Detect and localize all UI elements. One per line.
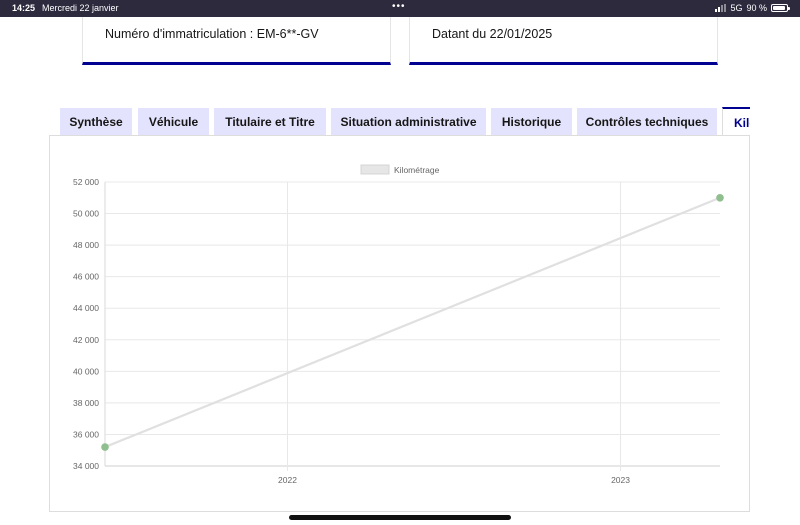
battery-icon	[771, 4, 790, 12]
tab-situation-administrative[interactable]: Situation administrative	[331, 108, 486, 136]
battery-label: 90 %	[746, 3, 767, 13]
y-tick-label: 46 000	[73, 272, 99, 282]
date-card: Datant du 22/01/2025	[409, 17, 718, 65]
y-tick-label: 52 000	[73, 177, 99, 187]
multitasking-dots-icon[interactable]: •••	[392, 1, 406, 12]
signal-icon	[715, 4, 727, 12]
legend-label: Kilométrage	[394, 165, 440, 175]
registration-card: Numéro d'immatriculation : EM-6**-GV	[82, 17, 391, 65]
y-tick-label: 50 000	[73, 209, 99, 219]
tab-list: Synthèse Véhicule Titulaire et Titre Sit…	[60, 107, 750, 136]
y-tick-label: 36 000	[73, 429, 99, 439]
tab-titulaire[interactable]: Titulaire et Titre	[214, 108, 326, 136]
network-label: 5G	[730, 3, 743, 13]
series-line	[104, 196, 721, 449]
mileage-chart-panel: 34 000 36 000 38 000 40 000 42 000 44 000 46 0…	[49, 135, 750, 512]
status-bar: 14:25 Mercredi 22 janvier ••• 5G 90 %	[0, 0, 800, 17]
tab-historique[interactable]: Historique	[491, 108, 572, 136]
y-tick-label: 38 000	[73, 398, 99, 408]
registration-number: Numéro d'immatriculation : EM-6**-GV	[105, 27, 319, 41]
y-tick-label: 42 000	[73, 335, 99, 345]
tab-controles-techniques[interactable]: Contrôles techniques	[577, 108, 717, 136]
data-point	[101, 443, 109, 451]
y-tick-label: 48 000	[73, 240, 99, 250]
legend-swatch	[360, 164, 390, 175]
x-tick-label: 2022	[278, 475, 297, 485]
home-indicator[interactable]	[289, 515, 511, 520]
data-point	[716, 193, 724, 202]
tab-kilometrage[interactable]: Kilométrage	[722, 107, 750, 136]
y-tick-label: 44 000	[73, 303, 99, 313]
x-tick-label: 2023	[611, 475, 630, 485]
tab-synthese[interactable]: Synthèse	[60, 108, 132, 136]
status-time: 14:25	[12, 3, 36, 13]
y-tick-label: 34 000	[73, 461, 99, 471]
status-indicators: 5G 90 %	[715, 3, 790, 13]
mileage-chart: 34 000 36 000 38 000 40 000 42 000 44 000 46 0…	[73, 164, 724, 485]
y-tick-label: 40 000	[73, 366, 99, 376]
tab-vehicule[interactable]: Véhicule	[138, 108, 209, 136]
status-date: Mercredi 22 janvier	[42, 3, 119, 13]
report-date: Datant du 22/01/2025	[432, 27, 553, 41]
